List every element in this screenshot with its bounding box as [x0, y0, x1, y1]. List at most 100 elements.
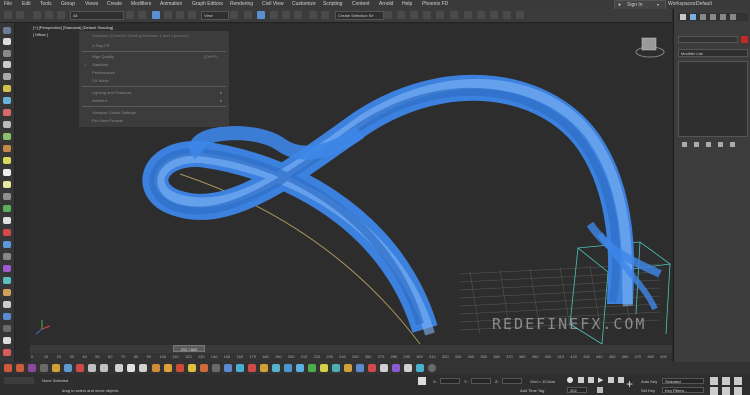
menu-item-lighting[interactable]: Lighting and Shadows: [92, 90, 131, 95]
object-color-swatch[interactable]: [741, 36, 748, 43]
play-animation-icon[interactable]: ▶: [598, 376, 603, 384]
set-key-button[interactable]: Set Key: [641, 388, 655, 393]
select-scale-icon[interactable]: [176, 11, 184, 19]
helper-icon[interactable]: [3, 265, 11, 272]
spinner-snap-icon[interactable]: [294, 11, 302, 19]
undo-icon[interactable]: [4, 11, 12, 19]
record-icon[interactable]: [3, 349, 11, 356]
cloth-icon[interactable]: [3, 121, 11, 128]
sphere-icon[interactable]: [3, 181, 11, 188]
go-to-end-icon[interactable]: [618, 377, 624, 383]
smoke-tool-icon[interactable]: [212, 364, 220, 372]
menu-item-high-quality[interactable]: High Quality: [92, 54, 114, 59]
foam-tool-icon[interactable]: [308, 364, 316, 372]
x-coordinate-field[interactable]: [440, 378, 460, 384]
plugin-icon[interactable]: [76, 364, 84, 372]
schematic-view-icon[interactable]: [436, 11, 444, 19]
particle-tool-icon[interactable]: [380, 364, 388, 372]
snap-toggle-icon[interactable]: [257, 11, 265, 19]
foliage-icon[interactable]: [3, 133, 11, 140]
percent-snap-icon[interactable]: [282, 11, 290, 19]
time-config-icon[interactable]: [597, 387, 603, 393]
select-rotate-icon[interactable]: [164, 11, 172, 19]
liquid-tool-icon[interactable]: [272, 364, 280, 372]
hierarchy-icon[interactable]: [3, 50, 11, 57]
hierarchy-tab-icon[interactable]: [700, 14, 706, 20]
previous-frame-icon[interactable]: [588, 377, 594, 383]
time-slider-thumb[interactable]: 202 / 800: [173, 345, 205, 352]
reference-coordinate-dropdown[interactable]: View: [201, 11, 229, 20]
fire-tool-icon[interactable]: [188, 364, 196, 372]
ocean-tool-icon[interactable]: [344, 364, 352, 372]
paint-icon[interactable]: [3, 38, 11, 45]
modify-tab-icon[interactable]: [690, 14, 696, 20]
list-icon[interactable]: [3, 61, 11, 68]
z-coordinate-field[interactable]: [502, 378, 522, 384]
named-selection-icon[interactable]: [309, 11, 317, 19]
grass-icon[interactable]: [3, 205, 11, 212]
fire-tool-icon[interactable]: [164, 364, 172, 372]
play-icon[interactable]: [127, 364, 135, 372]
listener-icon[interactable]: [16, 364, 24, 372]
menu-modifiers[interactable]: Modifiers: [131, 1, 151, 7]
menu-tools[interactable]: Tools: [40, 1, 52, 7]
keyboard-shortcut-icon[interactable]: [244, 11, 252, 19]
cloud-icon[interactable]: [3, 27, 11, 34]
liquid-tool-icon[interactable]: [284, 364, 292, 372]
menu-create[interactable]: Create: [107, 1, 122, 7]
shape-icon[interactable]: [3, 289, 11, 296]
configure-sets-icon[interactable]: [730, 142, 735, 147]
fire-icon[interactable]: [3, 229, 11, 236]
modifier-list-dropdown[interactable]: Modifier List: [678, 49, 748, 57]
render-setup-icon[interactable]: [464, 11, 472, 19]
redo-icon[interactable]: [16, 11, 24, 19]
rendered-frame-window-icon[interactable]: [477, 11, 485, 19]
hair-icon[interactable]: [3, 109, 11, 116]
wood-icon[interactable]: [3, 145, 11, 152]
key-selection-dropdown[interactable]: Selected: [662, 378, 704, 384]
menu-civil-view[interactable]: Civil View: [262, 1, 284, 7]
menu-views[interactable]: Views: [85, 1, 98, 7]
pause-icon[interactable]: [139, 364, 147, 372]
select-object-icon[interactable]: [126, 11, 134, 19]
menu-item-per-view-presets[interactable]: Per-View Presets: [92, 118, 123, 123]
align-icon[interactable]: [384, 11, 392, 19]
workspace-select[interactable]: Default: [696, 1, 712, 7]
menu-scripting[interactable]: Scripting: [323, 1, 342, 7]
pan-icon[interactable]: [710, 387, 718, 395]
create-tab-icon[interactable]: [680, 14, 686, 20]
scene-explorer-icon[interactable]: [397, 11, 405, 19]
maxscript-mini-listener[interactable]: [4, 377, 34, 384]
menu-item-ambient[interactable]: Ambient: [92, 98, 107, 103]
menu-item-dx-mode[interactable]: DX Mode: [92, 78, 109, 83]
key-filters-button[interactable]: Key Filters...: [662, 387, 704, 393]
cylinder-icon[interactable]: [3, 193, 11, 200]
script-icon[interactable]: [28, 364, 36, 372]
system-icon[interactable]: [3, 313, 11, 320]
menu-file[interactable]: File: [4, 1, 12, 7]
select-tool-icon[interactable]: [115, 364, 123, 372]
config-tool-icon[interactable]: [404, 364, 412, 372]
toggle-icon[interactable]: [52, 364, 60, 372]
maxscript-icon[interactable]: [4, 364, 12, 372]
lock-selection-icon[interactable]: [418, 377, 426, 385]
angle-snap-icon[interactable]: [270, 11, 278, 19]
light-icon[interactable]: [3, 85, 11, 92]
select-by-name-icon[interactable]: [138, 11, 146, 19]
zoom-icon[interactable]: [710, 377, 718, 385]
utilities-tab-icon[interactable]: [730, 14, 736, 20]
menu-item-global-settings[interactable]: Viewport Global Settings: [92, 110, 136, 115]
camera-icon[interactable]: [3, 277, 11, 284]
particle-icon[interactable]: [3, 97, 11, 104]
mirror-icon[interactable]: [321, 11, 329, 19]
fire-tool-icon[interactable]: [176, 364, 184, 372]
help-tool-icon[interactable]: [416, 364, 424, 372]
ocean-tool-icon[interactable]: [356, 364, 364, 372]
selection-set-dropdown[interactable]: Create Selection Se: [335, 11, 384, 20]
menu-graph-editors[interactable]: Graph Editors: [192, 1, 223, 7]
remove-modifier-icon[interactable]: [718, 142, 723, 147]
menu-customize[interactable]: Customize: [292, 1, 316, 7]
go-to-start-icon[interactable]: [578, 377, 584, 383]
cloud-sync-icon[interactable]: [64, 364, 72, 372]
fire-tool-icon[interactable]: [200, 364, 208, 372]
